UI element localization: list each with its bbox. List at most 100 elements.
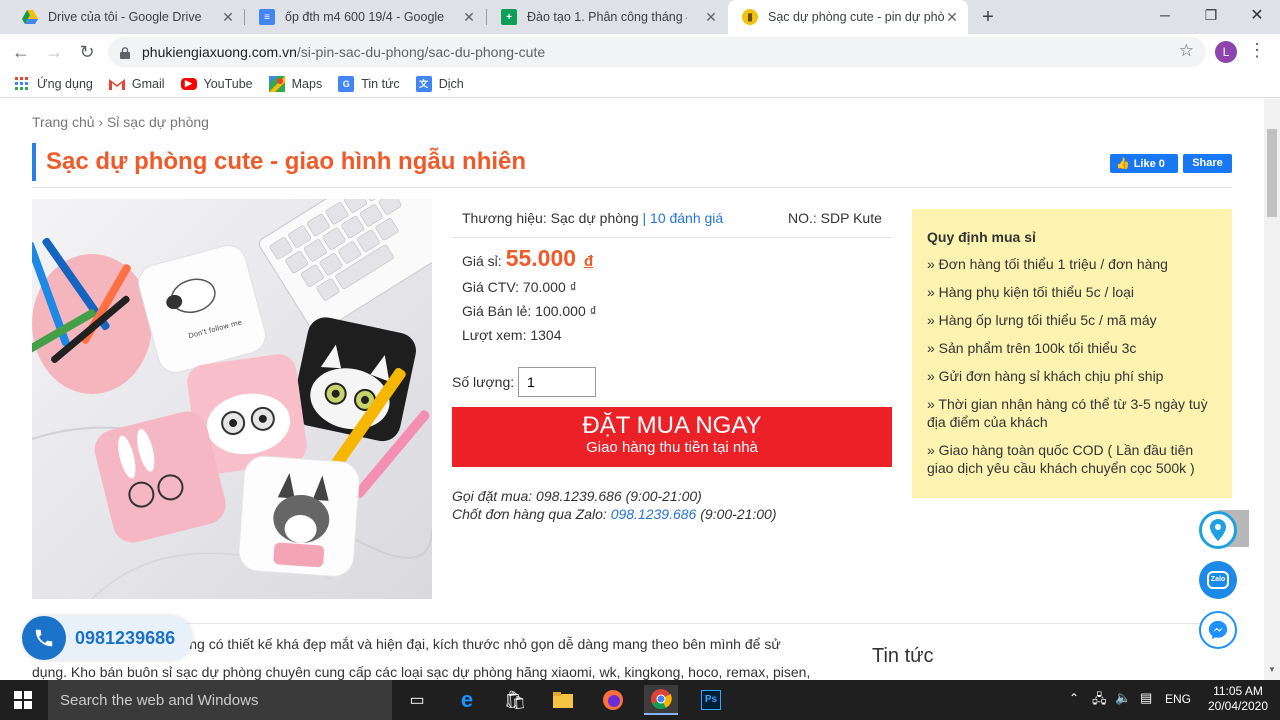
- buy-now-subtitle: Giao hàng thu tiền tại nhà: [586, 439, 758, 456]
- close-tab-icon[interactable]: ✕: [220, 9, 236, 25]
- price-currency: đ: [584, 253, 594, 270]
- google-docs-icon: ≡: [259, 9, 275, 25]
- brand-link[interactable]: Sạc dự phòng: [551, 210, 639, 226]
- bookmark-label: YouTube: [203, 76, 253, 91]
- url-path: /si-pin-sac-du-phong/sac-du-phong-cute: [296, 44, 546, 60]
- zalo-chat-icon[interactable]: Zalo: [1199, 561, 1237, 599]
- wholesale-price-row: Giá sỉ: 55.000 đ: [462, 245, 593, 272]
- reviews-link[interactable]: | 10 đánh giá: [643, 210, 724, 226]
- taskbar-clock[interactable]: 11:05 AM 20/04/2020: [1206, 684, 1270, 714]
- bookmark-translate[interactable]: 文 Dịch: [415, 75, 464, 92]
- thumbs-up-icon: 👍: [1116, 158, 1130, 170]
- chrome-icon[interactable]: [644, 685, 678, 715]
- restore-icon[interactable]: ❐: [1188, 0, 1234, 30]
- tab-active-product[interactable]: ▮ Sạc dự phòng cute - pin dự phòn ✕: [728, 0, 968, 34]
- minimize-icon[interactable]: ─: [1142, 0, 1188, 30]
- new-tab-button[interactable]: +: [976, 5, 1000, 29]
- map-location-icon[interactable]: [1199, 511, 1237, 549]
- reload-icon[interactable]: ↻: [74, 39, 100, 65]
- quantity-label: Số lượng:: [452, 374, 515, 390]
- facebook-share-button[interactable]: Share: [1183, 154, 1232, 173]
- file-explorer-icon[interactable]: [548, 685, 578, 715]
- buy-now-title: ĐẶT MUA NGAY: [582, 412, 762, 439]
- edge-browser-icon[interactable]: e: [452, 685, 482, 715]
- brand-row: Thương hiệu: Sạc dự phòng | 10 đánh giá: [462, 210, 723, 226]
- bookmark-maps[interactable]: Maps: [268, 75, 323, 92]
- photoshop-icon[interactable]: Ps: [696, 685, 726, 715]
- forward-arrow-icon[interactable]: →: [41, 39, 67, 65]
- tab-title: ốp đth m4 600 19/4 - Google Tài: [285, 10, 445, 24]
- gmail-icon: [108, 76, 125, 92]
- description-line: dụng. Kho bán buôn sỉ sạc dự phòng chuyê…: [32, 664, 811, 680]
- price-label: Giá sỉ:: [462, 253, 502, 269]
- firefox-icon[interactable]: [598, 685, 628, 715]
- action-center-icon[interactable]: ▤: [1140, 690, 1152, 706]
- scrollbar-thumb[interactable]: [1267, 129, 1277, 217]
- volume-icon[interactable]: 🔈: [1115, 690, 1131, 706]
- maps-icon: [268, 75, 285, 92]
- clock-time: 11:05 AM: [1213, 684, 1263, 698]
- messenger-icon[interactable]: [1199, 611, 1237, 649]
- bookmark-youtube[interactable]: ▶ YouTube: [180, 76, 253, 91]
- windows-start-icon[interactable]: [8, 685, 38, 715]
- tab-google-docs[interactable]: ≡ ốp đth m4 600 19/4 - Google Tài ✕: [245, 0, 485, 34]
- quantity-input[interactable]: [518, 367, 596, 397]
- close-tab-icon[interactable]: ✕: [944, 9, 960, 25]
- bookmark-apps[interactable]: Ứng dụng: [14, 76, 93, 92]
- breadcrumb-current[interactable]: Sỉ sạc dự phòng: [107, 114, 209, 130]
- page-scrollbar[interactable]: ▼: [1264, 99, 1280, 680]
- rule-item: » Hàng ốp lưng tối thiểu 5c / mã máy: [927, 312, 1157, 328]
- bookmark-gmail[interactable]: Gmail: [108, 76, 165, 92]
- profile-avatar[interactable]: L: [1215, 41, 1237, 63]
- zalo-order-row: Chốt đơn hàng qua Zalo: 098.1239.686 (9:…: [452, 506, 777, 522]
- bookmark-news[interactable]: G Tin tức: [338, 75, 400, 92]
- phone-icon: [22, 616, 66, 660]
- divider: [452, 237, 892, 238]
- bookmarks-bar: Ứng dụng Gmail ▶ YouTube Maps G Tin tức …: [0, 70, 1280, 98]
- tray-expand-icon[interactable]: ⌃: [1069, 691, 1079, 705]
- hotline-button[interactable]: 0981239686: [22, 616, 192, 660]
- back-arrow-icon[interactable]: ←: [8, 39, 34, 65]
- apps-grid-icon: [14, 76, 30, 92]
- close-tab-icon[interactable]: ✕: [703, 9, 719, 25]
- rule-item: » Đơn hàng tối thiểu 1 triệu / đơn hàng: [927, 256, 1168, 272]
- address-bar[interactable]: phukiengiaxuong.com.vn/si-pin-sac-du-pho…: [108, 37, 1206, 67]
- hotline-number: 0981239686: [75, 628, 176, 648]
- buy-now-button[interactable]: ĐẶT MUA NGAY Giao hàng thu tiền tại nhà: [452, 407, 892, 467]
- brand-label: Thương hiệu:: [462, 210, 547, 226]
- product-image[interactable]: Don't follow me: [32, 199, 432, 599]
- close-tab-icon[interactable]: ✕: [461, 9, 477, 25]
- menu-kebab-icon[interactable]: ⋮: [1248, 40, 1266, 61]
- bookmark-label: Ứng dụng: [37, 76, 93, 91]
- bookmark-label: Dịch: [438, 76, 464, 91]
- zalo-phone-link[interactable]: 098.1239.686: [611, 506, 697, 522]
- view-count: Lượt xem: 1304: [462, 327, 562, 343]
- taskbar-search-placeholder: Search the web and Windows: [60, 692, 259, 709]
- network-icon[interactable]: 🖧: [1092, 690, 1107, 712]
- tab-strip: Drive của tôi - Google Drive ✕ ≡ ốp đth …: [0, 0, 1280, 34]
- product-photo-illustration: Don't follow me: [32, 199, 432, 599]
- tab-title: Sạc dự phòng cute - pin dự phòn: [768, 10, 944, 24]
- store-icon[interactable]: 🛍: [500, 685, 530, 715]
- bookmark-label: Maps: [291, 76, 323, 91]
- tab-google-drive[interactable]: Drive của tôi - Google Drive ✕: [8, 0, 244, 34]
- tab-google-sheets[interactable]: + Đào tạo 1. Phân công tháng 4 - G ✕: [487, 0, 727, 34]
- language-indicator[interactable]: ENG: [1165, 692, 1191, 706]
- rule-item: » Gửi đơn hàng sỉ khách chịu phí ship: [927, 368, 1164, 384]
- divider: [32, 623, 1232, 624]
- site-favicon: ▮: [742, 9, 758, 25]
- retail-price: Giá Bán lẻ: 100.000 ₫: [462, 303, 597, 319]
- breadcrumb-home[interactable]: Trang chủ: [32, 114, 95, 130]
- google-sheets-icon: +: [501, 9, 517, 25]
- web-page: Trang chủ › Sỉ sạc dự phòng Sạc dự phòng…: [0, 99, 1264, 680]
- bookmark-star-icon[interactable]: ☆: [1179, 41, 1194, 61]
- page-title: Sạc dự phòng cute - giao hình ngẫu nhiên: [46, 148, 527, 175]
- task-view-icon[interactable]: ▭: [402, 685, 432, 715]
- close-window-icon[interactable]: ✕: [1234, 0, 1280, 30]
- tab-title: Drive của tôi - Google Drive: [48, 10, 202, 24]
- facebook-like-button[interactable]: 👍 Like 0: [1110, 154, 1178, 173]
- clock-date: 20/04/2020: [1207, 699, 1269, 713]
- bookmark-label: Gmail: [131, 76, 165, 91]
- scroll-down-arrow-icon[interactable]: ▼: [1268, 665, 1276, 674]
- taskbar-search-box[interactable]: Search the web and Windows: [48, 680, 392, 720]
